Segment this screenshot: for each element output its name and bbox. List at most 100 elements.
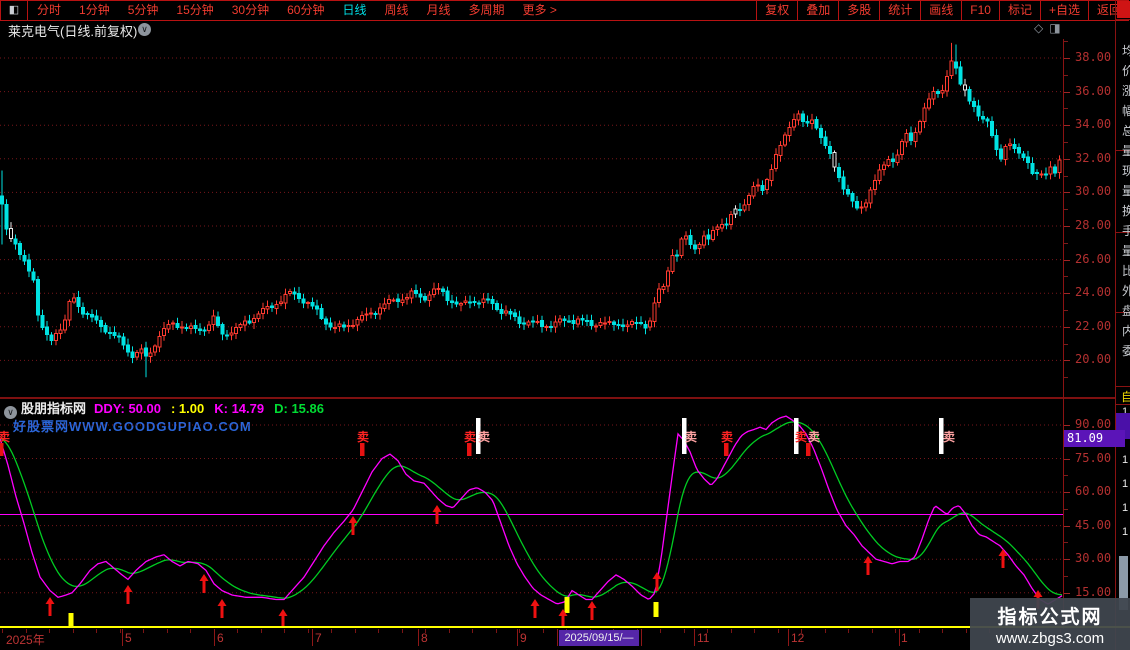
period-tab-日线[interactable]: 日线 <box>333 1 375 20</box>
strip-glyph: 总 <box>1122 122 1130 139</box>
timeline-minor-tick <box>895 629 896 633</box>
timeline-minor-tick <box>355 629 356 633</box>
zbgs-watermark-url: www.zbgs3.com <box>995 630 1105 647</box>
timeline-axis[interactable]: 2025年 5 6 7 8 9 11 12 1 2025/09/15/— <box>0 629 1130 650</box>
toolbar-button-标记[interactable]: 标记 <box>998 1 1040 20</box>
strip-fav-char: 自 <box>1121 388 1130 405</box>
timeline-minor-tick <box>378 629 379 633</box>
indicator-value-token: D: 15.86 <box>274 401 324 416</box>
right-side-strip[interactable]: 均价涨幅总量现量换手量比外盘内委自111111 <box>1115 0 1130 650</box>
timeline-minor-tick <box>167 629 168 633</box>
axis-tick <box>1064 326 1070 328</box>
top-toolbar: ◧ 分时 1分钟 5分钟 15分钟 30分钟 60分钟 日线 周线 月线 多周期 更多 > 复权 叠加… <box>0 0 1129 21</box>
timeline-minor-tick <box>942 629 943 633</box>
axis-tick <box>1064 58 1070 59</box>
toolbar-button-叠加[interactable]: 叠加 <box>797 1 838 20</box>
axis-tick <box>1064 192 1070 194</box>
period-tab-5分钟[interactable]: 5分钟 <box>119 1 168 20</box>
indicator-header: ∨ 股朋指标网 DDY: 50.00: 1.00 K: 14.79 D: 15.86 <box>2 398 334 419</box>
axis-tick <box>1064 259 1070 261</box>
timeline-month-label[interactable]: 1 <box>901 631 908 645</box>
timeline-month-label[interactable]: 7 <box>315 631 322 645</box>
toolbar-button-画线[interactable]: 画线 <box>920 1 961 20</box>
strip-glyph: 量 <box>1122 182 1130 199</box>
toolbar-button-复权[interactable]: 复权 <box>756 1 797 20</box>
zbgs-watermark: 指标公式网 www.zbgs3.com <box>970 598 1130 650</box>
zbgs-watermark-title: 指标公式网 <box>997 607 1103 628</box>
chevron-down-icon[interactable]: ∨ <box>138 23 151 36</box>
timeline-minor-tick <box>449 629 450 633</box>
axis-tick <box>1064 91 1070 93</box>
timeline-divider <box>312 629 313 646</box>
indicator-name[interactable]: 股朋指标网 <box>21 401 86 416</box>
strip-glyph: 幅 <box>1122 102 1130 119</box>
timeline-minor-tick <box>543 629 544 633</box>
title-bar: 莱克电气(日线.前复权) ∨ ◇◨ <box>0 20 1115 39</box>
period-tab-分时[interactable]: 分时 <box>28 1 70 20</box>
sell-signal-label: 卖 <box>685 429 697 444</box>
period-tab-60分钟[interactable]: 60分钟 <box>278 1 333 20</box>
timeline-month-label[interactable]: 12 <box>791 631 804 645</box>
axis-tick-label: 34.00 <box>1075 117 1112 132</box>
window-panel-icon[interactable]: ◧ <box>1 1 28 20</box>
period-tab-更多 >[interactable]: 更多 > <box>514 1 566 20</box>
strip-glyph: 量 <box>1122 242 1130 259</box>
axis-tick-label: 32.00 <box>1075 150 1112 165</box>
strip-glyph: 外 <box>1122 282 1130 299</box>
timeline-month-label[interactable]: 11 <box>697 631 709 645</box>
strip-divider <box>1116 386 1130 387</box>
axis-tick-label: 24.00 <box>1075 285 1112 300</box>
timeline-divider <box>899 629 900 646</box>
toolbar-button-+自选[interactable]: +自选 <box>1039 1 1088 20</box>
axis-tick-label: 28.00 <box>1075 218 1112 232</box>
timeline-minor-tick <box>778 629 779 633</box>
period-tab-月线[interactable]: 月线 <box>418 1 460 20</box>
toolbar-button-多股[interactable]: 多股 <box>838 1 879 20</box>
period-tabs: 分时 1分钟 5分钟 15分钟 30分钟 60分钟 日线 周线 月线 多周期 更多 > <box>28 1 566 20</box>
period-tab-30分钟[interactable]: 30分钟 <box>223 1 278 20</box>
axis-minor-tick <box>1064 343 1068 345</box>
timeline-divider <box>557 629 558 646</box>
strip-glyph: 现 <box>1122 162 1130 179</box>
half-panel-icon[interactable]: ◨ <box>1049 21 1066 35</box>
axis-tick-label: 38.00 <box>1075 50 1112 64</box>
period-tab-多周期[interactable]: 多周期 <box>460 1 514 20</box>
timeline-minor-tick <box>96 629 97 633</box>
toolbar-button-统计[interactable]: 统计 <box>879 1 920 20</box>
strip-glyph: 均 <box>1122 42 1130 59</box>
timeline-month-label[interactable]: 9 <box>520 631 527 645</box>
timeline-minor-tick <box>143 629 144 633</box>
timeline-minor-tick <box>825 629 826 633</box>
title-corner-icons: ◇◨ <box>1034 21 1067 35</box>
diamond-icon[interactable]: ◇ <box>1034 21 1049 35</box>
sell-signal-label: 卖 <box>464 429 476 444</box>
timeline-selected-date[interactable]: 2025/09/15/— <box>559 630 639 646</box>
timeline-month-label[interactable]: 8 <box>421 631 428 645</box>
timeline-minor-tick <box>496 629 497 633</box>
axis-minor-tick <box>1064 175 1068 177</box>
axis-tick-label: 36.00 <box>1075 83 1112 98</box>
period-tab-15分钟[interactable]: 15分钟 <box>167 1 222 20</box>
axis-tick <box>1064 158 1070 160</box>
indicator-value-token: : 1.00 <box>170 401 205 416</box>
strip-digit: 1 <box>1122 454 1129 466</box>
period-tab-周线[interactable]: 周线 <box>375 1 417 20</box>
axis-minor-tick <box>1064 209 1068 211</box>
axis-minor-tick <box>1064 74 1068 76</box>
strip-glyph: 委 <box>1122 342 1130 359</box>
strip-glyph: 价 <box>1122 62 1130 79</box>
strip-divider <box>1116 19 1130 20</box>
timeline-minor-tick <box>2 629 3 633</box>
timeline-minor-tick <box>261 629 262 633</box>
toolbar-button-F10[interactable]: F10 <box>961 1 999 20</box>
period-tab-1分钟[interactable]: 1分钟 <box>70 1 119 20</box>
timeline-month-label[interactable]: 5 <box>125 631 132 645</box>
chevron-down-icon[interactable]: ∨ <box>4 406 17 419</box>
timeline-minor-tick <box>731 629 732 633</box>
axis-minor-tick <box>1064 310 1068 311</box>
timeline-month-label[interactable]: 6 <box>217 631 224 645</box>
indicator-chart[interactable]: 卖卖卖卖卖卖卖卖卖 <box>0 399 1115 628</box>
candlestick-chart[interactable] <box>0 39 1063 397</box>
timeline-divider <box>122 629 123 646</box>
axis-tick <box>1064 293 1070 295</box>
